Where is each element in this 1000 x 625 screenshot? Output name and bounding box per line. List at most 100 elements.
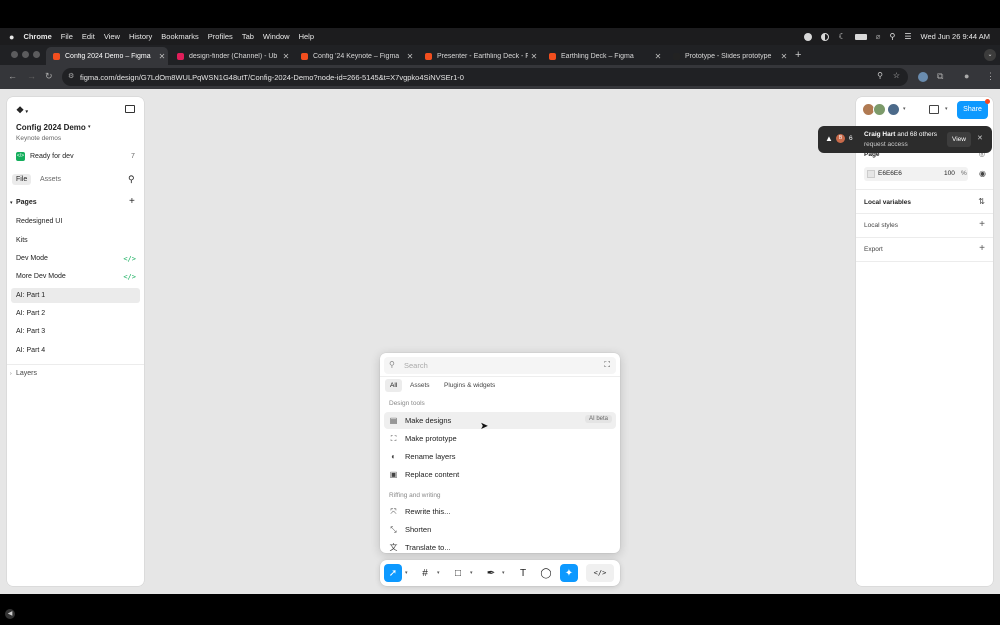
browser-tab[interactable]: Config 2024 Demo – Figma ✕	[46, 47, 168, 65]
kebab-menu-icon[interactable]: ⋮	[986, 71, 995, 81]
avatars-chevron-icon[interactable]: ▾	[903, 106, 906, 112]
tab-close-icon[interactable]: ✕	[528, 52, 540, 61]
address-bar[interactable]: ⚙ figma.com/design/G7LdOm8WULPqWSN1G48ut…	[62, 68, 908, 86]
toast-close-icon[interactable]: ✕	[977, 134, 983, 142]
menu-app-name[interactable]: Chrome	[23, 32, 51, 41]
record-icon[interactable]	[804, 32, 813, 41]
zoom-window-button[interactable]	[33, 51, 40, 58]
page-color-hex[interactable]: E6E6E6	[878, 170, 902, 177]
palette-item-make-designs[interactable]: ▤ Make designs AI beta	[384, 412, 616, 429]
new-tab-button[interactable]: +	[795, 49, 801, 61]
file-name[interactable]: Config 2024 Demo	[16, 123, 86, 132]
menu-file[interactable]: File	[61, 32, 73, 41]
palette-search-input[interactable]: ⚲ Search ⛶	[384, 357, 616, 374]
present-chevron-icon[interactable]: ▾	[945, 106, 948, 112]
frame-tool-chevron-icon[interactable]: ▾	[437, 570, 440, 576]
present-icon[interactable]	[929, 105, 939, 114]
browser-tab[interactable]: Prototype - Slides prototype ✕	[666, 47, 790, 65]
avatar[interactable]	[887, 103, 900, 116]
menu-window[interactable]: Window	[263, 32, 290, 41]
puzzle-icon[interactable]: ⧉	[937, 71, 943, 81]
page-color-swatch[interactable]	[867, 170, 875, 178]
audio-icon[interactable]: ◀	[5, 609, 15, 619]
add-export-icon[interactable]: +	[979, 244, 985, 254]
minimize-window-button[interactable]	[22, 51, 29, 58]
ready-for-dev-label[interactable]: Ready for dev	[30, 153, 74, 160]
reload-icon[interactable]: ↻	[45, 71, 53, 81]
shape-tool-chevron-icon[interactable]: ▾	[470, 570, 473, 576]
tab-close-icon[interactable]: ✕	[280, 52, 292, 61]
browser-tab[interactable]: Presenter - Earthling Deck - F ✕	[418, 47, 540, 65]
palette-item-translate[interactable]: 文 Translate to...	[384, 539, 616, 553]
palette-item-shorten[interactable]: ⤡ Shorten	[384, 521, 616, 538]
project-name[interactable]: Keynote demos	[16, 135, 61, 142]
browser-tab[interactable]: Config '24 Keynote – Figma ✕	[294, 47, 416, 65]
figma-main-menu-icon[interactable]: ❖ ▾	[16, 105, 28, 116]
pen-tool-chevron-icon[interactable]: ▾	[502, 570, 505, 576]
profile-icon[interactable]: ●	[964, 71, 969, 81]
page-opacity-value[interactable]: 100	[944, 170, 955, 177]
menu-view[interactable]: View	[104, 32, 120, 41]
site-info-icon[interactable]: ⚙	[68, 72, 74, 80]
palette-item-replace-content[interactable]: ▣ Replace content	[384, 466, 616, 483]
share-button[interactable]: Share	[957, 101, 988, 119]
search-icon[interactable]: ⚲	[128, 174, 135, 185]
forward-icon[interactable]: →	[27, 71, 36, 81]
menu-edit[interactable]: Edit	[82, 32, 95, 41]
tab-close-icon[interactable]: ✕	[404, 52, 416, 61]
scan-icon[interactable]: ⛶	[604, 360, 610, 370]
page-item[interactable]: AI: Part 4	[11, 343, 140, 358]
tab-search-icon[interactable]: ⌄	[984, 49, 996, 61]
bookmark-star-icon[interactable]: ☆	[893, 71, 900, 80]
page-item[interactable]: AI: Part 3	[11, 324, 140, 339]
control-center-icon[interactable]: ☰	[904, 32, 911, 41]
add-page-icon[interactable]: +	[129, 196, 135, 207]
tab-file[interactable]: File	[12, 174, 32, 185]
moon-icon[interactable]: ☾	[838, 32, 845, 41]
move-tool-icon[interactable]: ➚	[384, 564, 402, 582]
tab-close-icon[interactable]: ✕	[652, 52, 664, 61]
tab-assets[interactable]: Assets	[40, 176, 61, 183]
dev-mode-toggle-icon[interactable]: </>	[586, 564, 614, 582]
frame-tool-icon[interactable]: #	[416, 564, 434, 582]
toggle-sidebar-icon[interactable]	[125, 105, 135, 113]
contrast-icon[interactable]	[821, 32, 830, 41]
add-style-icon[interactable]: +	[979, 220, 985, 230]
pen-tool-icon[interactable]: ✒	[482, 564, 500, 582]
menubar-datetime[interactable]: Wed Jun 26 9:44 AM	[921, 32, 991, 41]
page-item[interactable]: Redesigned UI	[11, 214, 140, 229]
page-item[interactable]: AI: Part 2	[11, 306, 140, 321]
page-item[interactable]: Dev Mode </>	[11, 251, 140, 266]
page-item[interactable]: Kits	[11, 233, 140, 248]
avatar[interactable]	[873, 103, 886, 116]
variables-icon[interactable]: ⇅	[978, 197, 985, 206]
tab-close-icon[interactable]: ✕	[156, 52, 168, 61]
page-item[interactable]: More Dev Mode </>	[11, 269, 140, 284]
local-variables-label[interactable]: Local variables	[864, 199, 911, 206]
browser-tab[interactable]: Earthling Deck – Figma ✕	[542, 47, 664, 65]
page-color-field[interactable]: E6E6E6 100 %	[864, 167, 968, 181]
tab-close-icon[interactable]: ✕	[778, 52, 790, 61]
apple-icon[interactable]: ●	[9, 32, 14, 42]
layers-header[interactable]: Layers	[16, 370, 37, 377]
rectangle-tool-icon[interactable]: □	[449, 564, 467, 582]
layers-expand-chevron-icon[interactable]: ›	[10, 371, 12, 377]
spotlight-icon[interactable]: ⚲	[889, 32, 895, 41]
battery-icon[interactable]	[854, 33, 867, 40]
eye-icon[interactable]: ◉	[979, 169, 986, 178]
text-tool-icon[interactable]: T	[514, 564, 532, 582]
browser-tab[interactable]: design-finder (Channel) - Ub ✕	[170, 47, 292, 65]
palette-tab-assets[interactable]: Assets	[405, 379, 435, 392]
menu-tab[interactable]: Tab	[242, 32, 254, 41]
palette-item-rename-layers[interactable]: ◐ Rename layers	[384, 448, 616, 465]
zoom-icon[interactable]: ⚲	[877, 71, 883, 80]
file-menu-chevron-icon[interactable]: ▾	[88, 124, 91, 130]
close-window-button[interactable]	[11, 51, 18, 58]
palette-tab-plugins[interactable]: Plugins & widgets	[439, 379, 500, 392]
wifi-off-icon[interactable]: ⌀	[876, 32, 881, 41]
move-tool-chevron-icon[interactable]: ▾	[405, 570, 408, 576]
palette-tab-all[interactable]: All	[385, 379, 403, 392]
menu-profiles[interactable]: Profiles	[208, 32, 233, 41]
menu-help[interactable]: Help	[299, 32, 314, 41]
comment-tool-icon[interactable]: ◯	[537, 564, 555, 582]
